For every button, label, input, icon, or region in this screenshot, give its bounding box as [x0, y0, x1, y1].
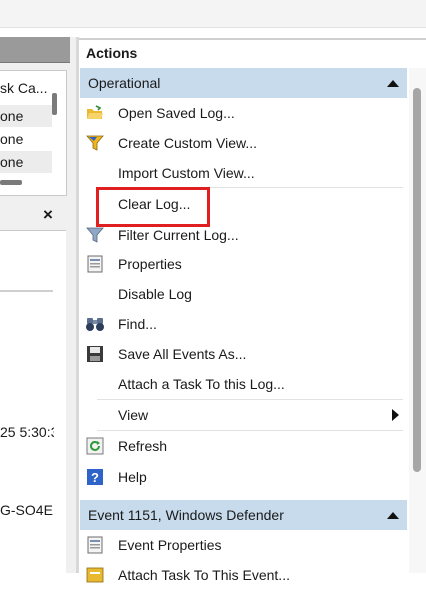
action-open-saved-log[interactable]: Open Saved Log... [80, 98, 407, 128]
left-list: sk Ca... one one one [0, 70, 67, 196]
task-icon [86, 567, 104, 583]
close-icon[interactable]: × [40, 206, 56, 224]
left-list-horizontal-scrollbar[interactable] [0, 180, 22, 185]
actions-top-border [79, 38, 426, 40]
submenu-arrow-icon [392, 409, 399, 421]
list-item[interactable]: one [0, 128, 52, 150]
binoculars-icon [86, 318, 104, 331]
action-disable-log[interactable]: Disable Log [80, 279, 407, 309]
funnel-icon [86, 135, 104, 151]
action-refresh[interactable]: Refresh [80, 431, 407, 461]
section-title: Operational [88, 75, 161, 91]
help-icon: ? [87, 469, 103, 485]
actions-scrollbar-thumb[interactable] [413, 88, 421, 472]
list-column-header[interactable]: sk Ca... [0, 77, 52, 99]
svg-text:?: ? [91, 470, 99, 485]
section-header-operational[interactable]: Operational [80, 68, 407, 98]
action-help[interactable]: ? Help [80, 462, 407, 492]
section-title: Event 1151, Windows Defender [88, 507, 284, 523]
action-event-properties[interactable]: Event Properties [80, 530, 407, 560]
action-save-all-events-as[interactable]: Save All Events As... [80, 339, 407, 369]
section-header-event-1151[interactable]: Event 1151, Windows Defender [80, 500, 407, 530]
properties-icon [87, 255, 103, 273]
list-item[interactable]: one [0, 151, 52, 173]
folder-open-icon [87, 105, 103, 119]
collapse-arrow-icon[interactable] [387, 512, 399, 519]
save-disk-icon [87, 346, 103, 362]
left-pane-header [0, 37, 70, 63]
event-date-text: 25 5:30:3 [0, 424, 54, 440]
top-toolbar-strip [0, 0, 426, 28]
funnel-icon [86, 227, 104, 243]
list-item[interactable]: one [0, 105, 52, 127]
action-create-custom-view[interactable]: Create Custom View... [80, 128, 407, 158]
action-properties[interactable]: Properties [80, 249, 407, 279]
collapse-arrow-icon[interactable] [387, 80, 399, 87]
action-import-custom-view[interactable]: Import Custom View... [80, 158, 407, 188]
action-attach-task-to-event[interactable]: Attach Task To This Event... [80, 560, 407, 590]
refresh-icon [86, 437, 104, 455]
properties-icon [87, 536, 103, 554]
action-view[interactable]: View [80, 400, 407, 430]
actions-pane-title: Actions [80, 41, 426, 65]
action-find[interactable]: Find... [80, 309, 407, 339]
top-gap [0, 28, 426, 37]
pane-splitter[interactable] [76, 37, 79, 573]
details-divider [0, 290, 53, 292]
event-details-panel: 25 5:30:3 G-SO4EH [0, 230, 66, 574]
left-list-vertical-scrollbar[interactable] [52, 93, 57, 115]
event-computer-text: G-SO4EH [0, 502, 54, 518]
highlight-box [96, 187, 210, 227]
action-attach-task-to-log[interactable]: Attach a Task To this Log... [80, 369, 407, 399]
